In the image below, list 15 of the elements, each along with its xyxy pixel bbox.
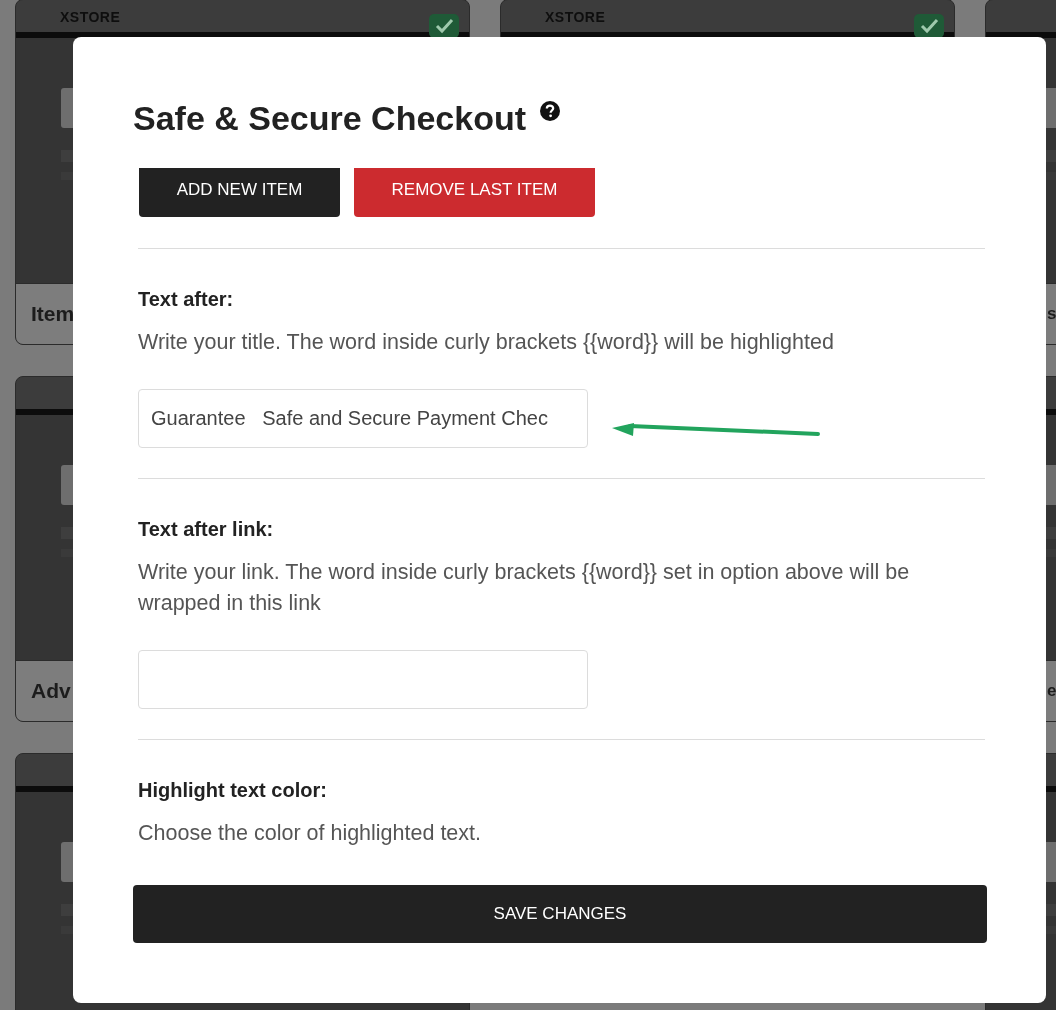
card-title: s bbox=[1047, 304, 1056, 324]
field-label: Text after link: bbox=[138, 517, 275, 541]
field-label: Highlight text color: bbox=[138, 778, 328, 802]
action-button[interactable]: ADD NEW ITEM bbox=[139, 168, 340, 217]
field-description: Write your title. The word inside curly brackets {{word}} will be highlighted bbox=[138, 329, 835, 356]
action-button[interactable]: REMOVE LAST ITEM bbox=[354, 168, 595, 217]
field-label: Text after: bbox=[138, 287, 235, 311]
card-title: e bbox=[1047, 681, 1056, 701]
field-description: Choose the color of highlighted text. bbox=[138, 820, 483, 847]
modal-title: Safe & Secure Checkout bbox=[133, 99, 527, 137]
save-button[interactable]: SAVE CHANGES bbox=[133, 885, 987, 943]
text-input-field[interactable]: Guarantee Safe and Secure Payment Chec bbox=[138, 389, 588, 448]
card-title: Item bbox=[31, 302, 75, 326]
card-title: Adv bbox=[31, 679, 71, 703]
field-description: Write your link. The word inside curly brackets {{word}} set in option above will be wrapped in this link bbox=[138, 559, 911, 617]
